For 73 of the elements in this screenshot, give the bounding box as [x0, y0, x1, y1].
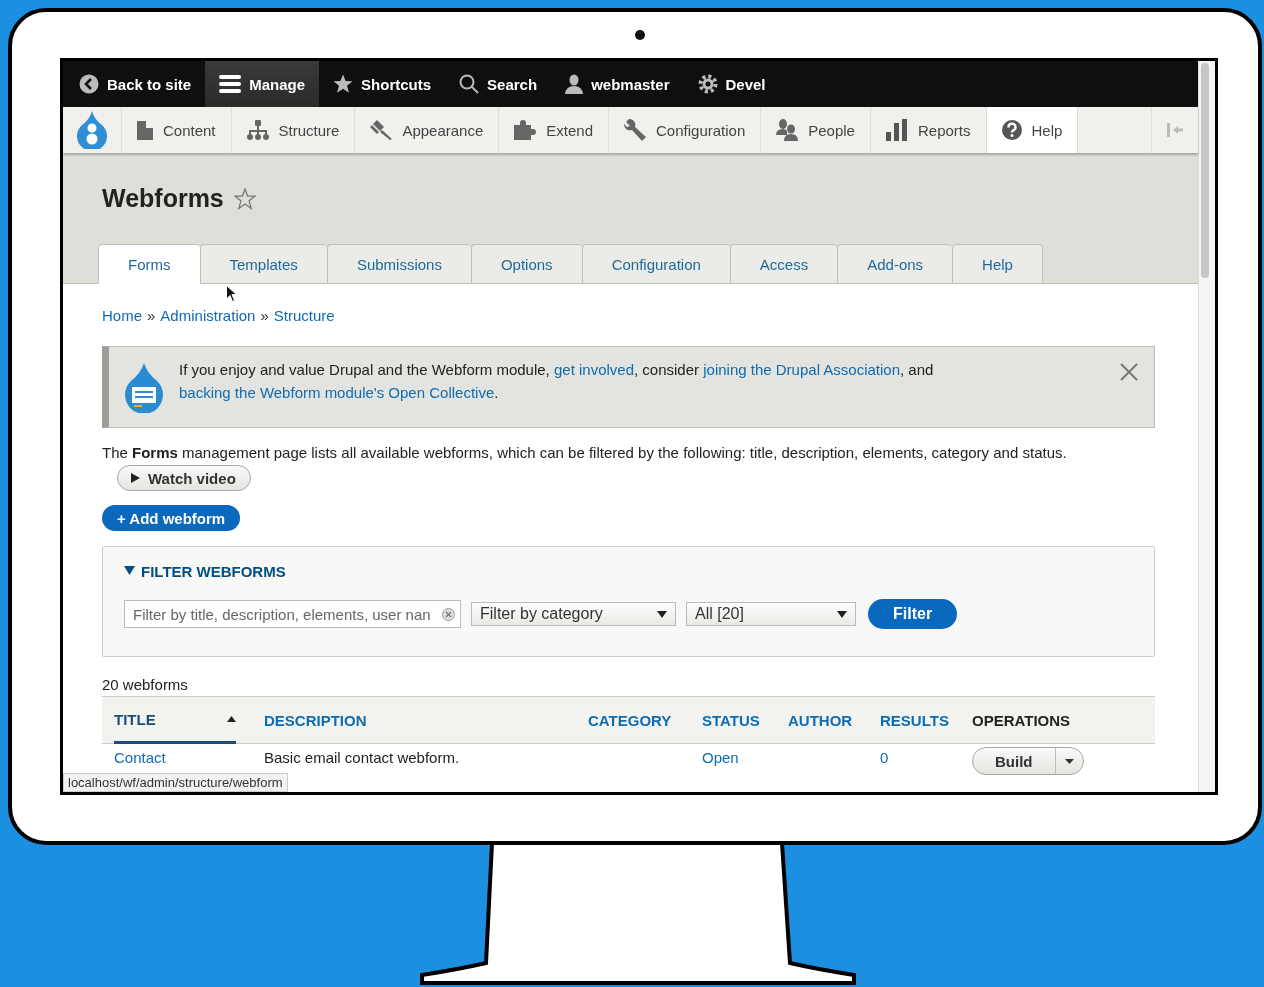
filter-toggle[interactable]: FILTER WEBFORMS: [124, 561, 1133, 581]
column-header[interactable]: TITLE: [114, 697, 236, 744]
scrollbar[interactable]: [1198, 61, 1215, 792]
play-icon: [131, 473, 140, 483]
message-text: If you enjoy and value Drupal and the Webform module, get involved, consider joining the Drupal Association, and backing the Webform module's Open Collective.: [179, 360, 935, 403]
back-icon: [79, 74, 99, 94]
breadcrumb-link[interactable]: Home: [102, 306, 142, 324]
menu-icon: [219, 75, 242, 93]
tab[interactable]: Configuration: [581, 244, 730, 284]
breadcrumb-separator: »: [260, 306, 269, 324]
column-header[interactable]: CATEGORY: [588, 697, 702, 743]
table-link[interactable]: Open: [702, 749, 739, 766]
table-cell: Basic email contact webform.: [264, 749, 460, 766]
webcam-icon: [635, 30, 645, 40]
admin-menu-item[interactable]: Help: [986, 107, 1079, 153]
star-icon: [333, 74, 353, 93]
puzzle-icon: [514, 120, 537, 140]
wrench-icon: [624, 119, 646, 141]
star-icon[interactable]: [233, 187, 256, 210]
close-icon[interactable]: [1120, 363, 1138, 381]
message-link[interactable]: backing the Webform module's Open Collective: [179, 384, 495, 401]
search-icon: [459, 74, 480, 94]
page-description: The Forms management page lists all available webforms, which can be filtered by the following: title, description, elements, category and status.: [102, 443, 1068, 463]
toolbar-button[interactable]: Shortcuts: [319, 61, 446, 107]
toolbar-button[interactable]: webmaster: [551, 61, 684, 107]
toolbar-button[interactable]: Devel: [683, 61, 780, 107]
add-webform-button[interactable]: + Add webform: [102, 505, 241, 531]
build-split-button[interactable]: Build: [972, 747, 1084, 775]
hierarchy-icon: [246, 120, 269, 140]
user-icon: [565, 74, 584, 94]
page-title: Webforms: [102, 184, 224, 213]
toolbar-button[interactable]: Manage: [205, 61, 320, 107]
column-header[interactable]: STATUS: [702, 697, 788, 743]
message-link[interactable]: joining the Drupal Association: [703, 361, 901, 378]
webform-drop-icon: [125, 363, 163, 413]
toolbar-button[interactable]: Search: [445, 61, 552, 107]
column-header[interactable]: DESCRIPTION: [264, 697, 588, 743]
caret-icon: [124, 565, 135, 575]
status-url-tooltip: localhost/wf/admin/structure/webform: [63, 773, 288, 792]
column-header[interactable]: AUTHOR: [788, 697, 880, 743]
tab[interactable]: Add-ons: [837, 244, 953, 284]
people-icon: [776, 119, 799, 141]
column-header[interactable]: RESULTS: [880, 697, 972, 743]
table-link[interactable]: 0: [880, 749, 889, 766]
category-select[interactable]: Filter by category: [471, 602, 676, 626]
tab[interactable]: Templates: [199, 244, 327, 284]
toolbar-button[interactable]: Back to site: [65, 61, 206, 107]
search-field[interactable]: Filter by title, description, elements, user nan: [124, 600, 461, 628]
clear-icon[interactable]: [442, 607, 455, 621]
breadcrumb-link[interactable]: Administration: [160, 306, 256, 324]
tab[interactable]: Submissions: [326, 244, 471, 284]
tab[interactable]: Access: [729, 244, 838, 284]
logo-icon[interactable]: [77, 111, 107, 149]
sort-ascending-icon: [227, 716, 236, 722]
breadcrumb-separator: »: [147, 306, 156, 324]
help-icon: [1001, 120, 1022, 140]
caret-icon: [837, 610, 847, 618]
breadcrumb-link[interactable]: Structure: [273, 306, 335, 324]
caret-icon: [657, 610, 667, 618]
watch-video-button[interactable]: Watch video: [117, 465, 251, 491]
tab[interactable]: Help: [952, 244, 1043, 284]
bar-chart-icon: [885, 119, 907, 141]
tab[interactable]: Forms: [98, 244, 200, 284]
status-select[interactable]: All [20]: [686, 602, 856, 626]
message-link[interactable]: get involved: [553, 361, 634, 378]
caret-icon: [1064, 758, 1074, 764]
gear-icon: [698, 74, 717, 94]
tab[interactable]: Options: [470, 244, 582, 284]
column-header: OPERATIONS: [972, 710, 1072, 731]
document-icon: [137, 120, 153, 140]
filter-button[interactable]: Filter: [868, 599, 958, 629]
result-count: 20 webforms: [102, 676, 189, 693]
table-link[interactable]: Contact: [114, 749, 166, 766]
